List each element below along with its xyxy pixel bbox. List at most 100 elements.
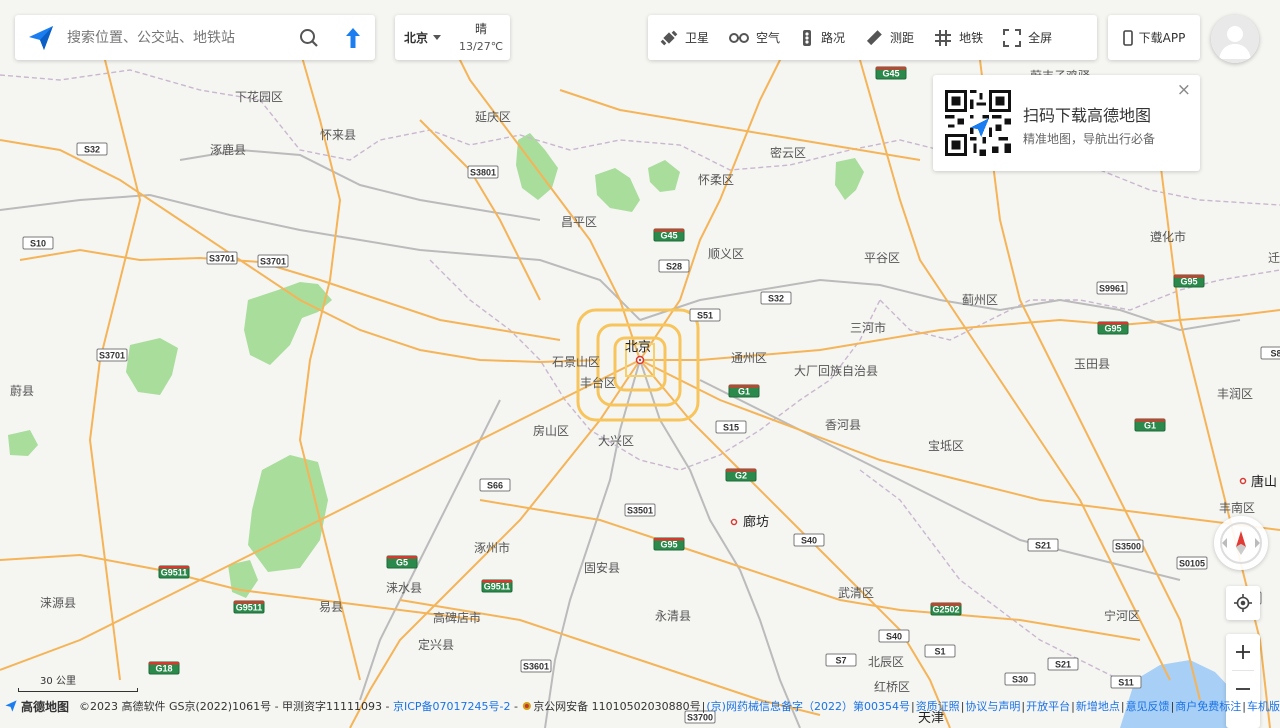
road-shield: S3801 bbox=[467, 165, 499, 179]
traffic-light-icon bbox=[803, 29, 812, 46]
place-label: 大厂回族自治县 bbox=[794, 364, 878, 378]
road-shield-label: S9961 bbox=[1099, 284, 1125, 294]
road-shield: G9511 bbox=[481, 579, 513, 593]
satellite-label: 卫星 bbox=[685, 31, 710, 45]
close-icon[interactable]: × bbox=[1177, 80, 1191, 100]
road-shield: S28 bbox=[658, 259, 690, 273]
footer-divider: | bbox=[1242, 699, 1246, 713]
footer-divider: | bbox=[701, 699, 706, 713]
place-label: 密云区 bbox=[770, 145, 806, 160]
road-shield: S8 bbox=[1260, 346, 1280, 360]
amap-logo-icon[interactable] bbox=[15, 15, 67, 60]
road-shield-label: S40 bbox=[886, 632, 902, 642]
footer-divider: | bbox=[960, 699, 965, 713]
road-shield-label: S1 bbox=[934, 647, 945, 657]
locate-icon bbox=[1234, 594, 1252, 612]
place-label: 涿州市 bbox=[474, 540, 510, 555]
compass-control[interactable] bbox=[1214, 516, 1268, 570]
qr-code-icon bbox=[945, 90, 1011, 156]
open-platform-link[interactable]: 开放平台 bbox=[1026, 698, 1070, 714]
place-label: 宝坻区 bbox=[928, 438, 964, 453]
zoom-in-button[interactable] bbox=[1226, 634, 1260, 670]
place-label: 昌平区 bbox=[561, 215, 597, 229]
road-shield: G9511 bbox=[233, 600, 265, 614]
place-label: 北辰区 bbox=[868, 655, 904, 669]
road-shield-label: S3601 bbox=[523, 662, 549, 672]
road-shield: G1 bbox=[1134, 418, 1166, 432]
road-shield: G2 bbox=[725, 468, 757, 482]
road-shield: S3701 bbox=[206, 251, 238, 265]
scale-label: 30 公里 bbox=[40, 676, 76, 687]
copyright-text: ©2023 高德软件 GS京(2022)1061号 - 甲测资字11111093… bbox=[79, 700, 390, 713]
subway-icon bbox=[935, 29, 952, 46]
satellite-button[interactable]: 卫星 bbox=[648, 15, 717, 60]
download-promo-card: 扫码下载高德地图 精准地图，导航出行必备 × bbox=[933, 75, 1200, 171]
road-shield-label: S51 bbox=[697, 311, 713, 321]
road-shield-label: S21 bbox=[1035, 541, 1051, 551]
merchant-link[interactable]: 商户免费标注 bbox=[1175, 698, 1241, 714]
traffic-button[interactable]: 路况 bbox=[788, 15, 853, 60]
road-shield-label: S40 bbox=[801, 536, 817, 546]
icp-link[interactable]: 京ICP备07017245号-2 bbox=[393, 698, 511, 714]
place-label: 香河县 bbox=[825, 418, 861, 432]
city-label-langfang: 廊坊 bbox=[743, 514, 769, 529]
road-shield-label: G95 bbox=[660, 540, 677, 550]
city-marker bbox=[1239, 477, 1247, 485]
weather-temperature: 13/27℃ bbox=[459, 39, 504, 53]
separator-text: - bbox=[514, 699, 518, 713]
agreement-link[interactable]: 协议与声明 bbox=[965, 698, 1020, 714]
city-name: 北京 bbox=[404, 31, 429, 45]
feedback-link[interactable]: 意见反馈 bbox=[1126, 698, 1170, 714]
user-avatar[interactable] bbox=[1211, 15, 1259, 63]
medical-info-link[interactable]: (京)网药械信息备字（2022）第00354号 bbox=[706, 698, 910, 714]
place-label: 三河市 bbox=[850, 320, 886, 335]
road-shield: S40 bbox=[878, 629, 910, 643]
route-icon[interactable] bbox=[331, 15, 375, 60]
footer-divider: | bbox=[910, 699, 915, 713]
compass-rotate-left-icon[interactable] bbox=[1222, 538, 1227, 548]
download-app-button[interactable]: 下载APP bbox=[1108, 15, 1200, 60]
compass-rotate-right-icon[interactable] bbox=[1255, 538, 1260, 548]
weather-info[interactable]: 晴 13/27℃ bbox=[459, 20, 503, 56]
air-quality-button[interactable]: 空气 bbox=[717, 15, 788, 60]
place-label: 下花园区 bbox=[235, 89, 283, 104]
road-shield: S3701 bbox=[257, 254, 289, 268]
place-label: 怀来县 bbox=[320, 128, 356, 142]
road-shield: G5 bbox=[386, 555, 418, 569]
road-shield: S51 bbox=[689, 308, 721, 322]
road-shield-label: G95 bbox=[1180, 277, 1197, 287]
place-label: 涿鹿县 bbox=[210, 142, 246, 157]
road-shield-label: S8 bbox=[1270, 349, 1280, 359]
search-input[interactable] bbox=[67, 15, 287, 60]
road-shield: S15 bbox=[715, 420, 747, 434]
satellite-icon bbox=[660, 30, 678, 45]
search-box bbox=[15, 15, 375, 60]
search-icon[interactable] bbox=[287, 15, 331, 60]
road-shield: S32 bbox=[760, 291, 792, 305]
road-shield-label: S3701 bbox=[209, 254, 235, 264]
road-shield-label: G9511 bbox=[236, 603, 263, 613]
footer-logo[interactable]: 高德地图 bbox=[4, 698, 69, 715]
fullscreen-button[interactable]: 全屏 bbox=[991, 15, 1060, 60]
road-shield: G95 bbox=[1173, 274, 1205, 288]
road-shield-label: S10 bbox=[30, 239, 46, 249]
footer-divider: | bbox=[1071, 699, 1075, 713]
city-selector[interactable]: 北京 bbox=[395, 29, 442, 46]
place-label: 宁河区 bbox=[1104, 608, 1140, 623]
car-version-link[interactable]: 车机版 bbox=[1247, 698, 1280, 714]
road-shield: G1 bbox=[728, 384, 760, 398]
subway-button[interactable]: 地铁 bbox=[922, 15, 991, 60]
measure-button[interactable]: 测距 bbox=[853, 15, 922, 60]
phone-icon bbox=[1122, 29, 1133, 46]
road-shield: S11 bbox=[1110, 675, 1142, 689]
locate-button[interactable] bbox=[1226, 586, 1260, 620]
traffic-label: 路况 bbox=[821, 31, 846, 45]
road-shield: S3500 bbox=[1112, 539, 1144, 553]
qualification-link[interactable]: 资质证照 bbox=[916, 698, 960, 714]
plus-icon bbox=[1236, 645, 1250, 659]
place-label: 石景山区 bbox=[552, 355, 600, 369]
add-place-link[interactable]: 新增地点 bbox=[1076, 698, 1120, 714]
police-record-text[interactable]: 京公网安备 11010502030880号 bbox=[533, 698, 700, 714]
place-label: 遵化市 bbox=[1150, 229, 1186, 244]
road-shield-label: S3501 bbox=[627, 506, 653, 516]
